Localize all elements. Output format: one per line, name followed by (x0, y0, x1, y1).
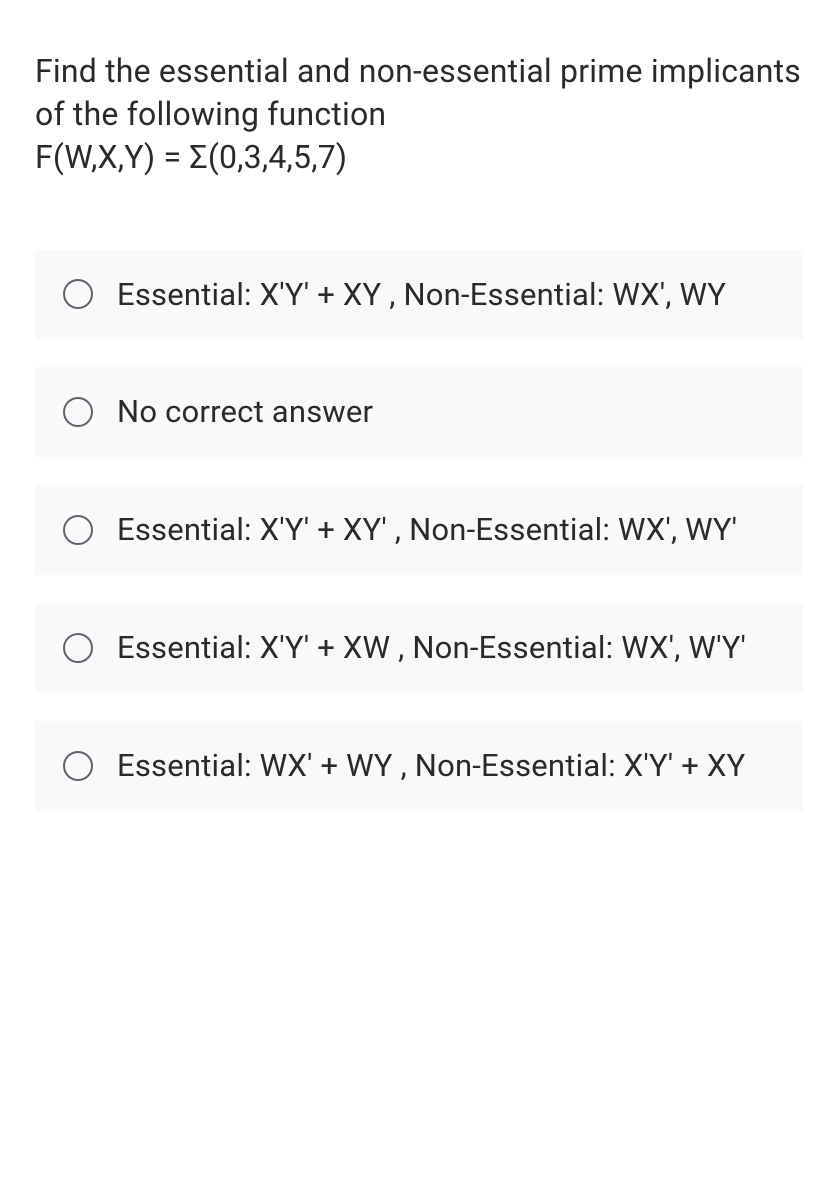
option-3[interactable]: Essential: X'Y' + XY' , Non-Essential: W… (35, 485, 803, 575)
radio-icon (63, 397, 93, 427)
option-4[interactable]: Essential: X'Y' + XW , Non-Essential: WX… (35, 603, 803, 693)
option-5-label: Essential: WX' + WY , Non-Essential: X'Y… (117, 745, 745, 787)
option-5[interactable]: Essential: WX' + WY , Non-Essential: X'Y… (35, 721, 803, 811)
radio-icon (63, 633, 93, 663)
radio-icon (63, 279, 93, 309)
radio-icon (63, 751, 93, 781)
question-line2: F(W,X,Y) = Σ(0,3,4,5,7) (35, 136, 803, 179)
option-4-label: Essential: X'Y' + XW , Non-Essential: WX… (117, 627, 746, 669)
option-2[interactable]: No correct answer (35, 367, 803, 457)
radio-icon (63, 515, 93, 545)
option-2-label: No correct answer (117, 391, 373, 433)
question-prompt: Find the essential and non-essential pri… (35, 50, 803, 180)
option-1[interactable]: Essential: X'Y' + XY , Non-Essential: WX… (35, 250, 803, 340)
option-3-label: Essential: X'Y' + XY' , Non-Essential: W… (117, 509, 737, 551)
option-1-label: Essential: X'Y' + XY , Non-Essential: WX… (117, 274, 726, 316)
options-list: Essential: X'Y' + XY , Non-Essential: WX… (35, 250, 803, 811)
question-line1: Find the essential and non-essential pri… (35, 50, 803, 136)
